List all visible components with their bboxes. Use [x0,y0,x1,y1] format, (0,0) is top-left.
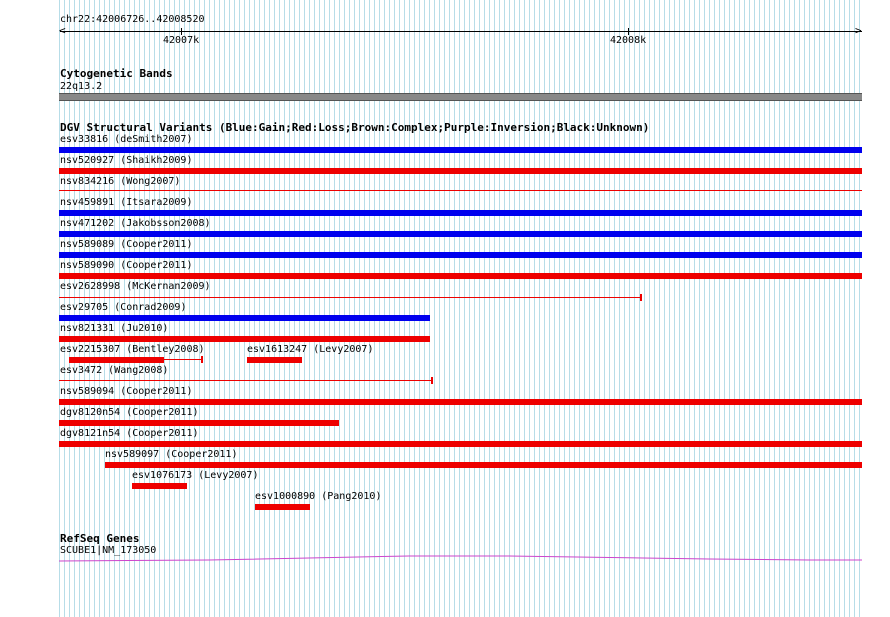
dgv-feature-loss-bar[interactable] [59,441,862,447]
dgv-feature-label: esv33816 (deSmith2007) [60,134,193,145]
refseq-track-title: RefSeq Genes [60,532,140,545]
dgv-feature-label: dgv8121n54 (Cooper2011) [60,428,199,439]
ruler-label-42007k: 42007k [163,35,200,46]
dgv-feature-loss-bar[interactable] [247,357,302,363]
cytoband-label: 22q13.2 [60,81,103,92]
dgv-feature-label: nsv459891 (Itsara2009) [60,197,193,208]
dgv-feature-label: nsv589090 (Cooper2011) [60,260,193,271]
ruler-left-arrow: < [59,24,66,37]
dgv-feature-gain-bar[interactable] [59,315,430,321]
dgv-feature-loss-bar[interactable] [105,462,862,468]
dgv-feature-label: nsv471202 (Jakobsson2008) [60,218,211,229]
dgv-feature-label: esv29705 (Conrad2009) [60,302,187,313]
dgv-feature-gain-bar[interactable] [59,252,862,258]
ruler-right-arrow: > [855,24,862,37]
dgv-feature-loss-bar[interactable] [132,483,187,489]
dgv-feature-loss-bar[interactable] [59,399,862,405]
dgv-feature-loss-bar[interactable] [69,357,164,363]
cytoband-track-title: Cytogenetic Bands [60,67,173,80]
dgv-feature-label: nsv589089 (Cooper2011) [60,239,193,250]
ruler-label-42008k: 42008k [610,35,647,46]
dgv-feature-loss-bar[interactable] [59,336,430,342]
dgv-track-title: DGV Structural Variants (Blue:Gain;Red:L… [60,121,650,134]
cytoband-bar[interactable] [59,93,862,101]
dgv-feature-loss-line [164,359,201,360]
ruler-major-tick [628,28,629,35]
dgv-feature-label: dgv8120n54 (Cooper2011) [60,407,199,418]
dgv-feature-gain-bar[interactable] [59,210,862,216]
dgv-feature-end-cap [201,356,203,363]
dgv-feature-gain-bar[interactable] [59,147,862,153]
refseq-gene-model[interactable] [59,553,862,563]
dgv-feature-end-cap [431,377,433,384]
dgv-feature-label: esv1000890 (Pang2010) [255,491,382,502]
dgv-feature-loss-line[interactable] [59,297,641,298]
dgv-feature-loss-bar[interactable] [255,504,310,510]
dgv-feature-loss-bar[interactable] [59,168,862,174]
dgv-feature-loss-line[interactable] [59,190,862,191]
dgv-feature-end-cap [640,294,642,301]
dgv-feature-loss-bar[interactable] [59,420,339,426]
dgv-feature-loss-line[interactable] [59,380,432,381]
dgv-feature-label: nsv589094 (Cooper2011) [60,386,193,397]
dgv-feature-label: nsv834216 (Wong2007) [60,176,181,187]
dgv-feature-label: nsv520927 (Shaikh2009) [60,155,193,166]
dgv-feature-label: nsv589097 (Cooper2011) [105,449,238,460]
dgv-feature-label: esv2628998 (McKernan2009) [60,281,211,292]
dgv-feature-label: esv1613247 (Levy2007) [247,344,374,355]
dgv-feature-label: esv2215307 (Bentley2008) [60,344,205,355]
dgv-feature-label: nsv821331 (Ju2010) [60,323,169,334]
dgv-feature-label: esv3472 (Wang2008) [60,365,169,376]
dgv-feature-gain-bar[interactable] [59,231,862,237]
dgv-feature-loss-bar[interactable] [59,273,862,279]
ruler-range-label: chr22:42006726..42008520 [60,14,205,25]
dgv-feature-label: esv1076173 (Levy2007) [132,470,259,481]
ruler-major-tick [181,28,182,35]
